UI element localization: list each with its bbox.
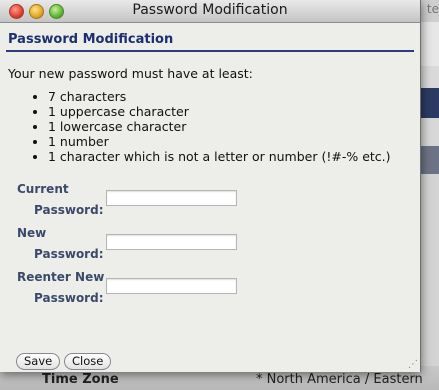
title-bar[interactable]: Password Modification [0,0,420,23]
requirement-item: 7 characters [48,89,391,104]
resize-grip-icon[interactable]: ⋰ [408,359,418,370]
requirement-item: 1 number [48,134,391,149]
new-password-label-line1: New [17,226,47,240]
time-zone-value: * North America / Eastern [256,372,423,387]
time-zone-label: Time Zone [42,372,119,387]
close-button[interactable]: Close [64,353,112,370]
reenter-password-label-line1: Reenter New [17,270,105,284]
window-title: Password Modification [132,2,288,18]
requirement-item: 1 lowercase character [48,119,391,134]
current-password-label-line2: Password: [34,203,104,217]
password-modification-window: Password Modification Password Modificat… [0,0,421,372]
new-password-input[interactable] [106,234,237,250]
requirements-intro: Your new password must have at least: [8,66,253,81]
reenter-password-label-line2: Password: [34,291,104,305]
requirement-item: 1 uppercase character [48,104,391,119]
save-button[interactable]: Save [16,353,61,370]
new-password-label-line2: Password: [34,247,104,261]
dialog-heading: Password Modification [8,32,174,47]
reenter-password-input[interactable] [106,278,237,294]
current-password-input[interactable] [106,190,237,206]
requirements-list: 7 characters 1 uppercase character 1 low… [30,89,391,164]
current-password-label-line1: Current [17,182,69,196]
requirement-item: 1 character which is not a letter or num… [48,149,391,164]
heading-divider [6,50,414,52]
background-edge-text: te [426,2,439,16]
